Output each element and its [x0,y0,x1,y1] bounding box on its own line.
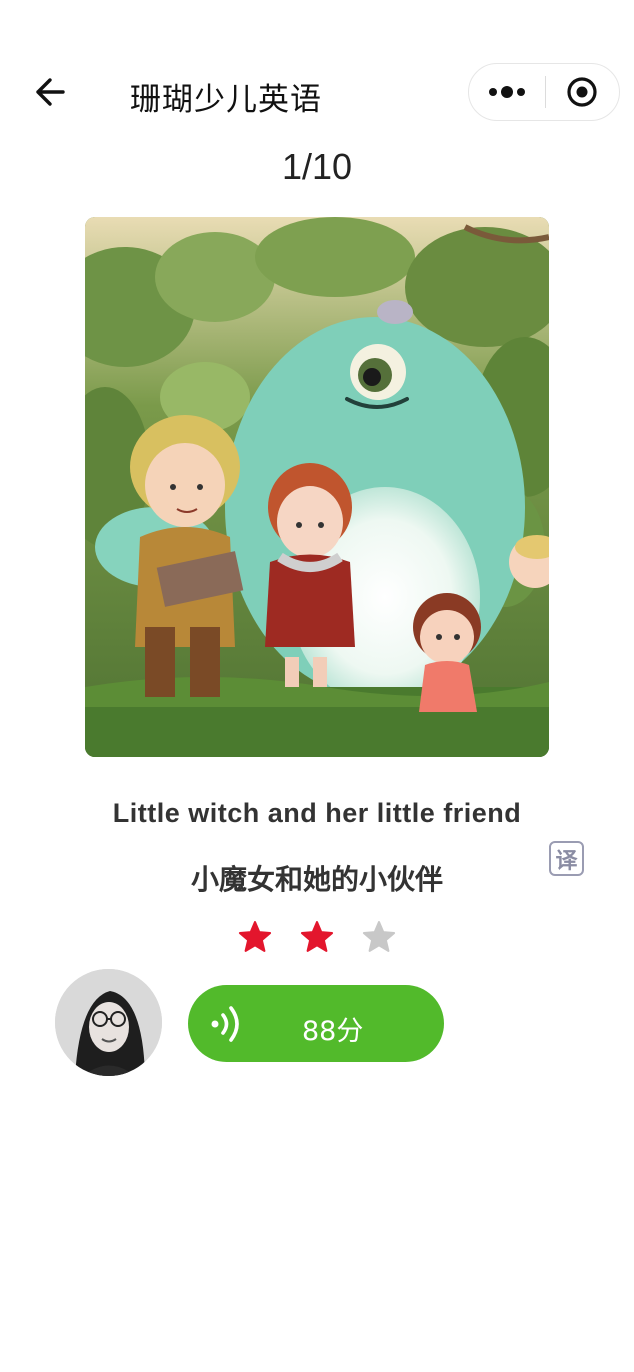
more-button[interactable] [469,63,545,121]
translate-button[interactable]: 译 [549,841,584,876]
target-circle-icon [567,77,597,107]
story-illustration [85,217,549,757]
voice-wave-icon [211,1006,239,1042]
reading-page: 珊瑚少儿英语 1/10 Little witch and her little … [0,0,634,1372]
chinese-translation: 小魔女和她的小伙伴 [190,863,443,896]
close-button[interactable] [546,63,620,121]
back-button[interactable] [28,70,72,114]
star-empty-icon [362,921,396,952]
star-rating [0,920,634,954]
star-filled-icon [238,921,272,952]
english-sentence: Little witch and her little friend [112,798,522,828]
mini-program-capsule [468,63,620,121]
page-counter: 1/10 [281,146,353,187]
star-filled-icon [300,921,334,952]
score-label: 88分 [302,1016,364,1047]
avatar [55,969,162,1076]
arrow-left-icon [36,78,65,106]
more-dots-icon [488,86,525,98]
recording-score-button[interactable]: 88分 [188,985,444,1062]
page-title: 珊瑚少儿英语 [130,82,322,118]
nav-bar: 珊瑚少儿英语 [0,60,634,124]
